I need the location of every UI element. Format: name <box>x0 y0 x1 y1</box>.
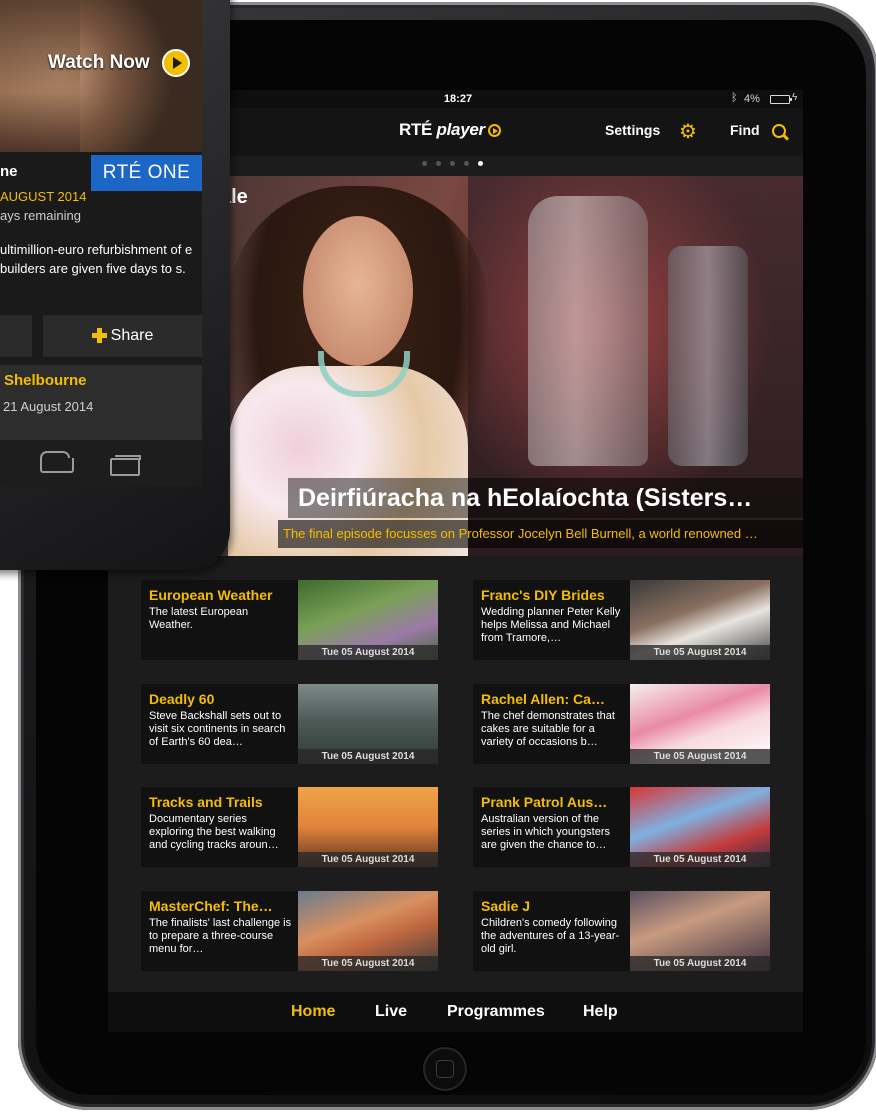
watch-now-label[interactable]: Watch Now <box>48 52 150 74</box>
phone-programme-title: ne <box>0 163 18 180</box>
presenter-face <box>303 216 413 366</box>
phone-broadcast-date: AUGUST 2014 <box>0 189 87 204</box>
nav-programmes[interactable]: Programmes <box>447 1003 545 1021</box>
gear-icon[interactable]: ⚙ <box>679 122 697 142</box>
nav-help[interactable]: Help <box>583 1003 618 1021</box>
programme-card[interactable]: European Weather The latest European Weat… <box>141 580 438 660</box>
bottom-nav: Home Live Programmes Help <box>108 992 803 1032</box>
status-time: 18:27 <box>443 93 473 105</box>
card-date: Tue 05 August 2014 <box>298 956 438 971</box>
phone-device: Watch Now ne RTÉ ONE AUGUST 2014 ays rem… <box>0 0 230 570</box>
card-thumbnail[interactable]: Tue 05 August 2014 <box>298 787 438 867</box>
card-date: Tue 05 August 2014 <box>630 645 770 660</box>
carousel-dot[interactable] <box>478 161 483 166</box>
share-label: Share <box>110 327 154 344</box>
card-thumbnail[interactable]: Tue 05 August 2014 <box>298 891 438 971</box>
lab-glassware <box>528 196 648 466</box>
play-icon[interactable] <box>162 49 190 77</box>
programme-card[interactable]: Prank Patrol Aus… Australian version of t… <box>473 787 770 867</box>
related-date: 21 August 2014 <box>3 399 94 414</box>
card-description: The finalists' last challenge is to prep… <box>149 917 292 955</box>
recent-apps-icon[interactable] <box>110 455 141 476</box>
programme-card[interactable]: Sadie J Children's comedy following the a… <box>473 891 770 971</box>
carousel-dot[interactable] <box>464 161 469 166</box>
settings-button[interactable]: Settings <box>605 122 660 138</box>
phone-hero-detail <box>0 0 80 152</box>
battery-icon <box>770 95 792 104</box>
card-title: Tracks and Trails <box>149 794 263 810</box>
programme-card[interactable]: Tracks and Trails Documentary series expl… <box>141 787 438 867</box>
carousel-indicator <box>422 161 492 167</box>
card-date: Tue 05 August 2014 <box>630 852 770 867</box>
card-thumbnail[interactable]: Tue 05 August 2014 <box>298 684 438 764</box>
card-thumbnail[interactable]: Tue 05 August 2014 <box>630 684 770 764</box>
phone-related-item[interactable]: Shelbourne 21 August 2014 <box>0 365 202 440</box>
hero-title[interactable]: Deirfiúracha na hEolaíochta (Sisters… <box>288 478 803 518</box>
play-logo-icon <box>487 124 501 137</box>
charging-icon: ϟ <box>792 92 798 103</box>
share-button[interactable]: Share <box>43 315 202 357</box>
card-title: Prank Patrol Aus… <box>481 794 608 810</box>
home-icon[interactable] <box>40 451 74 473</box>
card-description: The chef demonstrates that cakes are sui… <box>481 710 615 748</box>
card-title: Sadie J <box>481 898 531 914</box>
card-date: Tue 05 August 2014 <box>298 645 438 660</box>
find-button[interactable]: Find <box>730 122 760 138</box>
card-description: Steve Backshall sets out to visit six co… <box>149 710 286 748</box>
card-thumbnail[interactable]: Tue 05 August 2014 <box>630 891 770 971</box>
battery-percent: 4% <box>744 93 760 105</box>
programme-card[interactable]: MasterChef: The… The finalists' last chal… <box>141 891 438 971</box>
card-title: Rachel Allen: Ca… <box>481 691 605 707</box>
logo-suffix: player <box>436 120 486 139</box>
card-date: Tue 05 August 2014 <box>630 956 770 971</box>
nav-live[interactable]: Live <box>375 1003 407 1021</box>
card-title: Franc's DIY Brides <box>481 587 605 603</box>
card-date: Tue 05 August 2014 <box>630 749 770 764</box>
related-title: Shelbourne <box>4 372 87 389</box>
phone-screen: Watch Now ne RTÉ ONE AUGUST 2014 ays rem… <box>0 0 202 440</box>
bluetooth-icon: ᛒ <box>731 92 738 104</box>
card-description: Documentary series exploring the best wa… <box>149 813 279 851</box>
rte-one-badge: RTÉ ONE <box>91 155 202 191</box>
hero-subtitle: The final episode focusses on Professor … <box>278 520 803 548</box>
card-date: Tue 05 August 2014 <box>298 852 438 867</box>
lab-equipment <box>668 246 748 466</box>
card-description: Children's comedy following the adventur… <box>481 917 620 955</box>
plus-icon <box>91 328 107 343</box>
card-description: Wedding planner Peter Kelly helps Meliss… <box>481 606 621 644</box>
card-thumbnail[interactable]: Tue 05 August 2014 <box>298 580 438 660</box>
card-title: Deadly 60 <box>149 691 215 707</box>
card-description: Australian version of the series in whic… <box>481 813 611 851</box>
rte-player-logo[interactable]: RTÉ player <box>399 120 501 140</box>
nav-home[interactable]: Home <box>291 1003 335 1021</box>
phone-nav-bar <box>0 440 202 486</box>
home-square-icon <box>436 1060 454 1078</box>
search-icon[interactable] <box>772 124 786 138</box>
card-thumbnail[interactable]: Tue 05 August 2014 <box>630 787 770 867</box>
card-date: Tue 05 August 2014 <box>298 749 438 764</box>
phone-action-button[interactable] <box>0 315 32 357</box>
programme-card[interactable]: Rachel Allen: Ca… The chef demonstrates t… <box>473 684 770 764</box>
phone-days-remaining: ays remaining <box>0 208 81 223</box>
phone-description: ultimillion-euro refurbishment of e buil… <box>0 242 193 276</box>
carousel-dot[interactable] <box>422 161 427 166</box>
card-thumbnail[interactable]: Tue 05 August 2014 <box>630 580 770 660</box>
logo-prefix: RTÉ <box>399 120 433 139</box>
card-description: The latest European Weather. <box>149 606 249 631</box>
carousel-dot[interactable] <box>436 161 441 166</box>
card-title: European Weather <box>149 587 273 603</box>
programme-card[interactable]: Deadly 60 Steve Backshall sets out to vis… <box>141 684 438 764</box>
carousel-dot[interactable] <box>450 161 455 166</box>
programme-card[interactable]: Franc's DIY Brides Wedding planner Peter … <box>473 580 770 660</box>
card-title: MasterChef: The… <box>149 898 273 914</box>
